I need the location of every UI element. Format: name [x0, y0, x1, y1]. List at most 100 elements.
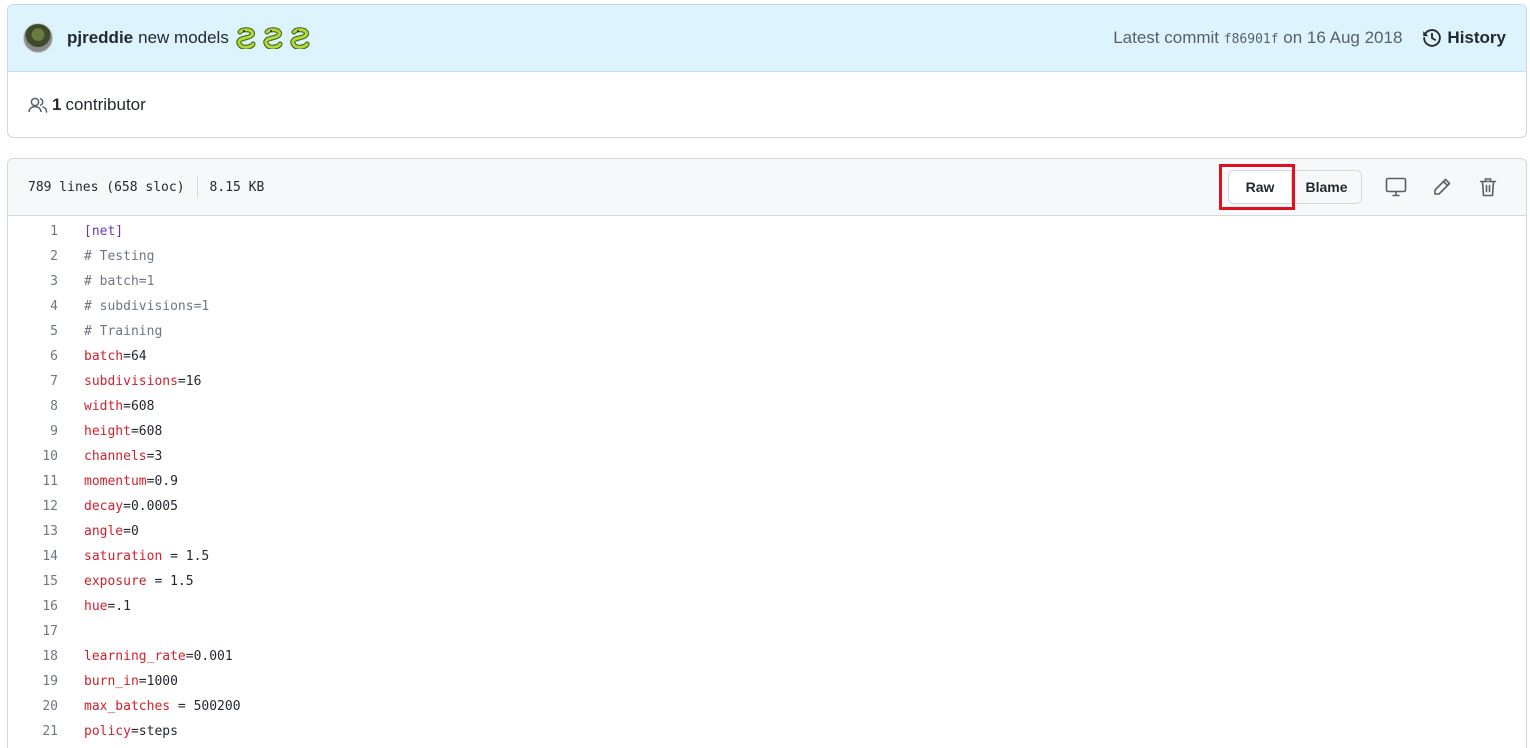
line-number[interactable]: 15 [8, 574, 58, 589]
line-number[interactable]: 7 [8, 374, 58, 389]
config-value: =16 [177, 374, 202, 389]
config-key: batch [84, 349, 124, 364]
line-number[interactable]: 2 [8, 249, 58, 264]
desktop-icon [1385, 177, 1407, 197]
line-content: # subdivisions=1 [84, 299, 210, 314]
delete-button[interactable] [1466, 170, 1510, 204]
config-value: =0.001 [185, 649, 233, 664]
line-content: batch=64 [84, 349, 147, 364]
config-value: =3 [146, 449, 163, 464]
code-line: 20 max_batches = 500200 [8, 694, 1526, 719]
history-link[interactable]: History [1422, 28, 1506, 48]
file-lines-info: 789 lines (658 sloc) [28, 179, 185, 195]
code-line: 10 channels=3 [8, 444, 1526, 469]
line-content: subdivisions=16 [84, 374, 201, 389]
edit-button[interactable] [1420, 170, 1464, 204]
code-line: 17 [8, 619, 1526, 644]
line-number[interactable]: 8 [8, 399, 58, 414]
config-value: = 1.5 [162, 549, 210, 564]
raw-button[interactable]: Raw [1219, 164, 1295, 210]
line-content: exposure = 1.5 [84, 574, 194, 589]
line-number[interactable]: 5 [8, 324, 58, 339]
history-label: History [1447, 28, 1506, 47]
code-line: 4 # subdivisions=1 [8, 294, 1526, 319]
config-value: =608 [123, 399, 155, 414]
config-key: saturation [84, 549, 163, 564]
line-number[interactable]: 9 [8, 424, 58, 439]
config-key: angle [84, 524, 124, 539]
config-key: height [84, 424, 131, 439]
code-line: 2 # Testing [8, 244, 1526, 269]
commit-author-link[interactable]: pjreddie [67, 28, 133, 48]
contributor-count: 1 [52, 95, 62, 114]
code-line: 5 # Training [8, 319, 1526, 344]
line-content: saturation = 1.5 [84, 549, 209, 564]
latest-commit-info: Latest commit f86901f on 16 Aug 2018 [1113, 28, 1402, 48]
line-content: momentum=0.9 [84, 474, 178, 489]
config-key: max_batches [84, 699, 171, 714]
config-key: hue [84, 599, 108, 614]
line-number[interactable]: 20 [8, 699, 58, 714]
line-content: channels=3 [84, 449, 162, 464]
config-key: policy [84, 724, 131, 739]
line-number[interactable]: 1 [8, 224, 58, 239]
contributors-row[interactable]: 1 contributor [8, 72, 1526, 137]
raw-button-label: Raw [1245, 179, 1275, 195]
config-key: burn_in [84, 674, 139, 689]
line-number[interactable]: 14 [8, 549, 58, 564]
line-content: # Testing [84, 249, 155, 264]
code-line: 15 exposure = 1.5 [8, 569, 1526, 594]
avatar[interactable] [23, 23, 53, 53]
commit-message[interactable]: new models [138, 28, 229, 48]
line-content: hue=.1 [84, 599, 131, 614]
code-line: 16 hue=.1 [8, 594, 1526, 619]
config-value: =64 [123, 349, 147, 364]
line-number[interactable]: 13 [8, 524, 58, 539]
line-number[interactable]: 3 [8, 274, 58, 289]
code-line: 19 burn_in=1000 [8, 669, 1526, 694]
line-content: # batch=1 [84, 274, 155, 289]
config-key: subdivisions [84, 374, 178, 389]
contributor-label: contributor [65, 95, 146, 114]
blame-button[interactable]: Blame [1292, 170, 1362, 204]
line-content: angle=0 [84, 524, 139, 539]
history-icon [1423, 29, 1442, 47]
code-line: 6 batch=64 [8, 344, 1526, 369]
line-number[interactable]: 21 [8, 724, 58, 739]
config-value: = 500200 [170, 699, 241, 714]
line-content: height=608 [84, 424, 162, 439]
snake-emoji-icon [289, 26, 313, 50]
config-value: =0.9 [146, 474, 178, 489]
latest-commit-label: Latest commit [1113, 28, 1220, 47]
code-line: 11 momentum=0.9 [8, 469, 1526, 494]
line-number[interactable]: 11 [8, 474, 58, 489]
code-line: 14 saturation = 1.5 [8, 544, 1526, 569]
line-content: width=608 [84, 399, 154, 414]
code-line: 13 angle=0 [8, 519, 1526, 544]
line-number[interactable]: 4 [8, 299, 58, 314]
latest-commit-bar: pjreddie new models Latest commit f86901… [8, 5, 1526, 72]
commit-box: pjreddie new models Latest commit f86901… [7, 4, 1527, 138]
line-number[interactable]: 6 [8, 349, 58, 364]
commit-date: on 16 Aug 2018 [1283, 28, 1403, 47]
file-box: 789 lines (658 sloc) 8.15 KB Raw Blame 1… [7, 158, 1527, 748]
people-icon [28, 97, 48, 113]
line-number[interactable]: 12 [8, 499, 58, 514]
pencil-icon [1434, 178, 1451, 195]
line-content: burn_in=1000 [84, 674, 178, 689]
line-content: policy=steps [84, 724, 178, 739]
divider [196, 176, 198, 198]
line-number[interactable]: 19 [8, 674, 58, 689]
line-number[interactable]: 10 [8, 449, 58, 464]
line-number[interactable]: 17 [8, 624, 58, 639]
commit-sha-link[interactable]: f86901f [1224, 32, 1279, 47]
code-line: 1 [net] [8, 219, 1526, 244]
line-number[interactable]: 18 [8, 649, 58, 664]
commit-emoji-group [235, 26, 313, 50]
config-value: =steps [130, 724, 178, 739]
desktop-button[interactable] [1374, 170, 1418, 204]
line-number[interactable]: 16 [8, 599, 58, 614]
code-view[interactable]: 1 [net] 2 # Testing 3 # batch=1 4 # subdivision… [8, 216, 1526, 744]
file-info: 789 lines (658 sloc) 8.15 KB [28, 176, 264, 198]
line-content: decay=0.0005 [84, 499, 178, 514]
